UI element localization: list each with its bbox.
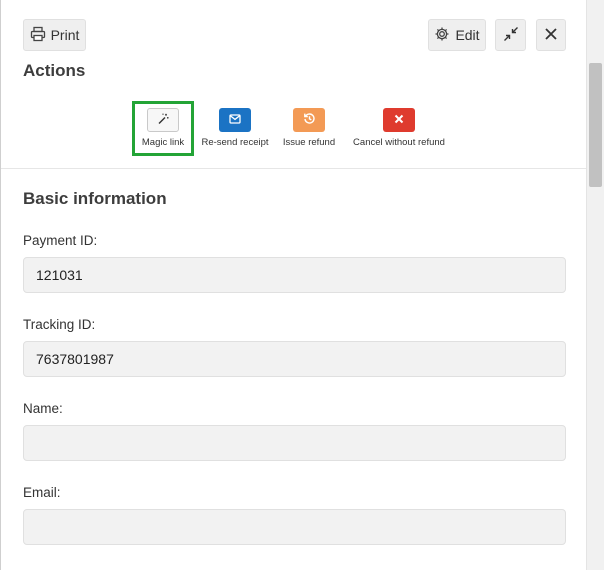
email-field[interactable] <box>23 509 566 545</box>
edit-label: Edit <box>455 27 480 43</box>
x-icon <box>394 114 404 127</box>
section-divider <box>1 168 586 169</box>
name-label: Name: <box>23 401 63 416</box>
name-field[interactable] <box>23 425 566 461</box>
cancel-without-refund-label: Cancel without refund <box>353 137 445 148</box>
payment-detail-panel: Print Edit Actions Magic link Re-send re… <box>0 0 604 570</box>
actions-heading: Actions <box>23 61 86 80</box>
magic-link-button[interactable] <box>147 108 179 132</box>
compress-arrows-icon <box>503 26 519 45</box>
printer-icon <box>30 26 46 45</box>
undo-icon <box>303 112 316 128</box>
edit-button[interactable]: Edit <box>428 19 486 51</box>
magic-link-action[interactable]: Magic link <box>137 108 189 148</box>
resend-receipt-action[interactable]: Re-send receipt <box>199 108 271 148</box>
magic-link-label: Magic link <box>141 137 185 148</box>
payment-id-label: Payment ID: <box>23 233 98 248</box>
tracking-id-field[interactable] <box>23 341 566 377</box>
gear-icon <box>434 26 450 45</box>
issue-refund-button[interactable] <box>293 108 325 132</box>
vertical-scrollbar[interactable] <box>586 0 604 570</box>
close-button[interactable] <box>536 19 566 51</box>
envelope-icon <box>229 113 241 127</box>
issue-refund-label: Issue refund <box>282 137 336 148</box>
cancel-without-refund-button[interactable] <box>383 108 415 132</box>
collapse-button[interactable] <box>495 19 526 51</box>
print-label: Print <box>50 27 80 43</box>
tracking-id-label: Tracking ID: <box>23 317 96 332</box>
magic-wand-icon <box>157 113 169 128</box>
print-button[interactable]: Print <box>23 19 86 51</box>
close-icon <box>544 27 558 44</box>
scrollbar-thumb[interactable] <box>589 63 602 187</box>
resend-receipt-label: Re-send receipt <box>201 137 269 148</box>
email-label: Email: <box>23 485 61 500</box>
resend-receipt-button[interactable] <box>219 108 251 132</box>
cancel-without-refund-action[interactable]: Cancel without refund <box>349 108 449 148</box>
issue-refund-action[interactable]: Issue refund <box>281 108 337 148</box>
basic-information-heading: Basic information <box>23 189 167 208</box>
payment-id-field[interactable] <box>23 257 566 293</box>
